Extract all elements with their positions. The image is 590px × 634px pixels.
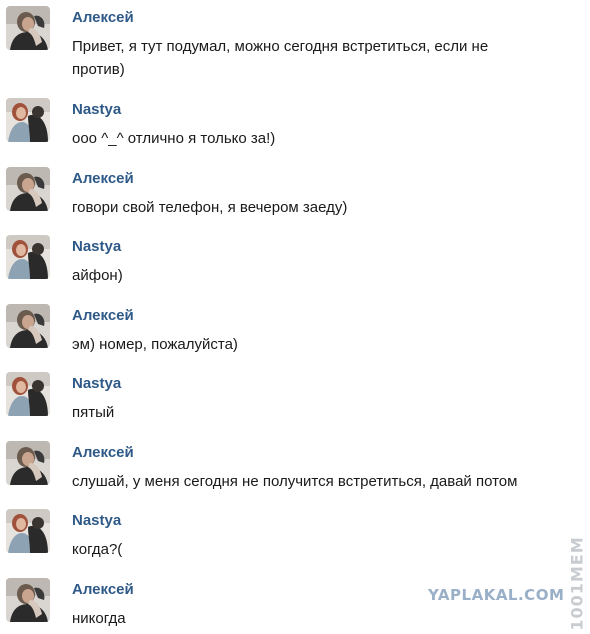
message-item: Алексей говори свой телефон, я вечером з… (0, 163, 570, 223)
message-item: Nastya пятый (0, 368, 570, 428)
message-author[interactable]: Nastya (72, 512, 121, 529)
man-avatar[interactable] (6, 167, 50, 211)
message-item: Алексей Привет, я тут подумал, можно сег… (0, 2, 570, 78)
message-text: Привет, я тут подумал, можно сегодня вст… (72, 38, 489, 78)
message-item: Алексей эм) номер, пожалуйста) (0, 300, 570, 360)
man-avatar[interactable] (6, 441, 50, 485)
message-author[interactable]: Алексей (72, 170, 134, 187)
message-text: эм) номер, пожалуйста) (72, 336, 238, 353)
message-author[interactable]: Алексей (72, 9, 134, 26)
message-text: ооо ^_^ отлично я только за!) (72, 130, 276, 147)
message-author[interactable]: Алексей (72, 581, 134, 598)
site-watermark: YAPLAKAL.COM (428, 586, 565, 604)
message-text: когда?( (72, 541, 123, 558)
man-avatar[interactable] (6, 578, 50, 622)
message-text: говори свой телефон, я вечером заеду) (72, 199, 348, 216)
message-author[interactable]: Nastya (72, 238, 121, 255)
woman-avatar[interactable] (6, 98, 50, 142)
message-item: Nastya ооо ^_^ отлично я только за!) (0, 94, 570, 154)
side-watermark: 1001MEM (566, 536, 588, 630)
chat-history: Алексей Привет, я тут подумал, можно сег… (0, 0, 590, 627)
message-author[interactable]: Алексей (72, 307, 134, 324)
message-item: Алексей никогда (0, 574, 570, 634)
message-author[interactable]: Nastya (72, 101, 121, 118)
message-item: Nastya когда?( (0, 505, 570, 565)
woman-avatar[interactable] (6, 372, 50, 416)
side-watermark-text: 1001MEM (567, 535, 587, 631)
message-author[interactable]: Алексей (72, 444, 134, 461)
message-text: пятый (72, 404, 115, 421)
woman-avatar[interactable] (6, 509, 50, 553)
message-item: Nastya айфон) (0, 231, 570, 291)
message-author[interactable]: Nastya (72, 375, 121, 392)
man-avatar[interactable] (6, 6, 50, 50)
message-text: никогда (72, 610, 126, 627)
message-item: Алексей слушай, у меня сегодня не получи… (0, 437, 570, 497)
message-text: айфон) (72, 267, 123, 284)
woman-avatar[interactable] (6, 235, 50, 279)
man-avatar[interactable] (6, 304, 50, 348)
message-text: слушай, у меня сегодня не получится встр… (72, 473, 518, 490)
